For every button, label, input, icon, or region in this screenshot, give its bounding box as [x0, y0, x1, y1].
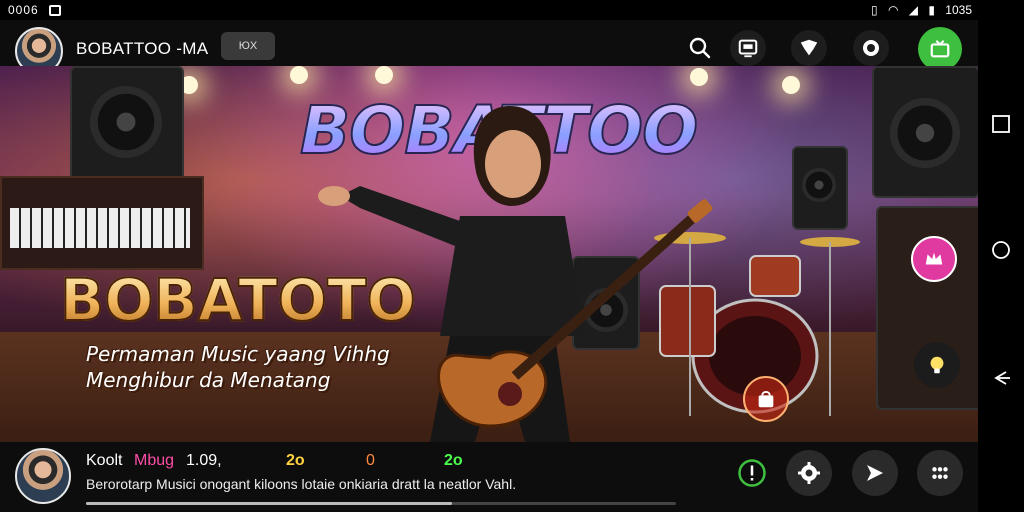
keyboard-instrument: [0, 176, 204, 270]
hero-tagline-line2: Menghibur da Menatang: [86, 368, 331, 392]
stat-badge-yellow: 2o: [286, 452, 305, 469]
wifi-icon: ◠: [887, 3, 899, 17]
more-apps-button[interactable]: [917, 450, 963, 496]
status-left: 0006: [8, 0, 62, 20]
idea-button[interactable]: [914, 342, 960, 388]
subscribe-button[interactable]: [918, 27, 962, 71]
back-icon: [994, 371, 1010, 385]
circle-icon: [992, 241, 1010, 259]
alert-button[interactable]: [729, 450, 775, 496]
square-icon: [992, 115, 1010, 133]
shield-icon: [800, 39, 818, 56]
search-icon: [689, 37, 711, 59]
hero-banner[interactable]: BOBATTOO BOBATOTO Permaman Music yaang V…: [0, 66, 978, 442]
channel-title: BOBATTOO -MA: [76, 39, 209, 58]
shop-button[interactable]: [743, 376, 789, 422]
gear-icon: [798, 462, 820, 484]
shield-button[interactable]: [791, 30, 827, 66]
lightbulb-icon: [930, 356, 944, 374]
share-icon: [867, 465, 883, 481]
stage-light: [690, 68, 708, 86]
share-button[interactable]: [852, 450, 898, 496]
home-button[interactable]: [991, 240, 1011, 260]
stat-label: Koolt: [86, 452, 123, 469]
grid-icon: [932, 467, 948, 479]
status-bar: 0006 ▯ ◠ ◢ ▮ 1035: [0, 0, 978, 20]
info-bar: Koolt Mbug 1.09, 2o 0 2o Berorotarp Musi…: [0, 442, 978, 512]
favorite-button[interactable]: [911, 236, 957, 282]
cast-icon: [738, 39, 758, 58]
speaker-left: [70, 66, 184, 190]
alert-icon: [738, 459, 766, 487]
speaker-small: [792, 146, 848, 230]
hero-tagline-line1: Permaman Music yaang Vihhg: [86, 342, 390, 366]
stage-light: [290, 66, 308, 84]
tv-icon: [930, 40, 950, 58]
status-right: ▯ ◠ ◢ ▮ 1035: [864, 0, 972, 20]
stat-value: 1.09,: [186, 452, 222, 469]
creator-avatar[interactable]: [15, 448, 71, 504]
progress-bar[interactable]: [86, 502, 676, 505]
tag-chip[interactable]: ЮX: [221, 32, 275, 60]
stage-light: [375, 66, 393, 84]
crown-icon: [925, 252, 943, 265]
stage-light: [782, 76, 800, 94]
stat-badge-orange: 0: [366, 452, 375, 469]
gear-icon: [863, 40, 879, 56]
back-button[interactable]: [991, 368, 1011, 388]
speaker-right: [872, 66, 978, 198]
hero-logo-main: BOBATOTO: [59, 265, 417, 335]
settings-bottom-button[interactable]: [786, 450, 832, 496]
stat-badge-green: 2o: [444, 452, 463, 469]
stat-label-highlight: Mbug: [134, 452, 175, 469]
progress-fill: [86, 502, 452, 505]
recents-button[interactable]: [991, 114, 1011, 134]
search-button[interactable]: [682, 30, 718, 66]
settings-button[interactable]: [853, 30, 889, 66]
notification-icon: [49, 5, 62, 16]
bag-icon: [758, 390, 774, 408]
cast-button[interactable]: [730, 30, 766, 66]
vibrate-icon: ▯: [870, 3, 878, 17]
description-text: Berorotarp Musici onogant kiloons lotaie…: [86, 476, 517, 492]
status-time: 0006: [8, 3, 39, 17]
battery-level: 1035: [945, 3, 972, 17]
signal-icon: ◢: [908, 3, 918, 17]
system-nav-bar: [978, 0, 1024, 512]
battery-icon: ▮: [928, 3, 935, 17]
